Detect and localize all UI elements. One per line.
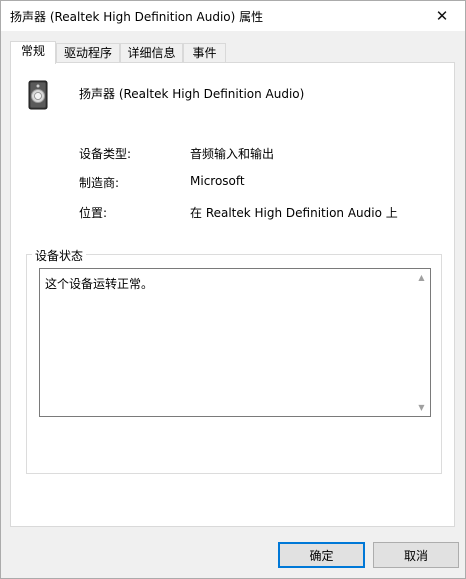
device-status-text: 这个设备运转正常。 xyxy=(45,277,154,291)
tab-driver[interactable]: 驱动程序 xyxy=(56,43,120,62)
tab-general[interactable]: 常规 xyxy=(10,41,56,64)
speaker-icon xyxy=(28,80,48,110)
tab-label: 详细信息 xyxy=(127,46,176,60)
device-status-title: 设备状态 xyxy=(32,247,87,264)
window-title: 扬声器 (Realtek High Definition Audio) 属性 xyxy=(10,10,264,24)
device-type-label: 设备类型: xyxy=(79,147,132,161)
device-status-textbox[interactable]: 这个设备运转正常。 ▲ ▼ xyxy=(39,268,431,417)
manufacturer-value: Microsoft xyxy=(190,174,245,188)
ok-button[interactable]: 确定 xyxy=(278,542,365,568)
close-button[interactable]: ✕ xyxy=(419,1,465,31)
device-type-value: 音频输入和输出 xyxy=(190,147,275,161)
tab-label: 常规 xyxy=(20,44,45,58)
tab-details[interactable]: 详细信息 xyxy=(120,43,183,62)
tab-events[interactable]: 事件 xyxy=(183,43,226,62)
status-scrollbar[interactable]: ▲ ▼ xyxy=(413,269,430,416)
tab-label: 事件 xyxy=(192,46,217,60)
cancel-button[interactable]: 取消 xyxy=(373,542,459,568)
device-name: 扬声器 (Realtek High Definition Audio) xyxy=(79,87,305,101)
manufacturer-label: 制造商: xyxy=(79,176,120,190)
location-value: 在 Realtek High Definition Audio 上 xyxy=(190,206,398,220)
scroll-down-arrow-icon[interactable]: ▼ xyxy=(413,399,430,416)
properties-dialog: 扬声器 (Realtek High Definition Audio) 属性 ✕… xyxy=(0,0,466,579)
tab-label: 驱动程序 xyxy=(63,46,112,60)
title-bar: 扬声器 (Realtek High Definition Audio) 属性 ✕ xyxy=(1,1,465,31)
close-icon: ✕ xyxy=(435,7,449,25)
scroll-up-arrow-icon[interactable]: ▲ xyxy=(413,269,430,286)
location-label: 位置: xyxy=(79,206,108,220)
